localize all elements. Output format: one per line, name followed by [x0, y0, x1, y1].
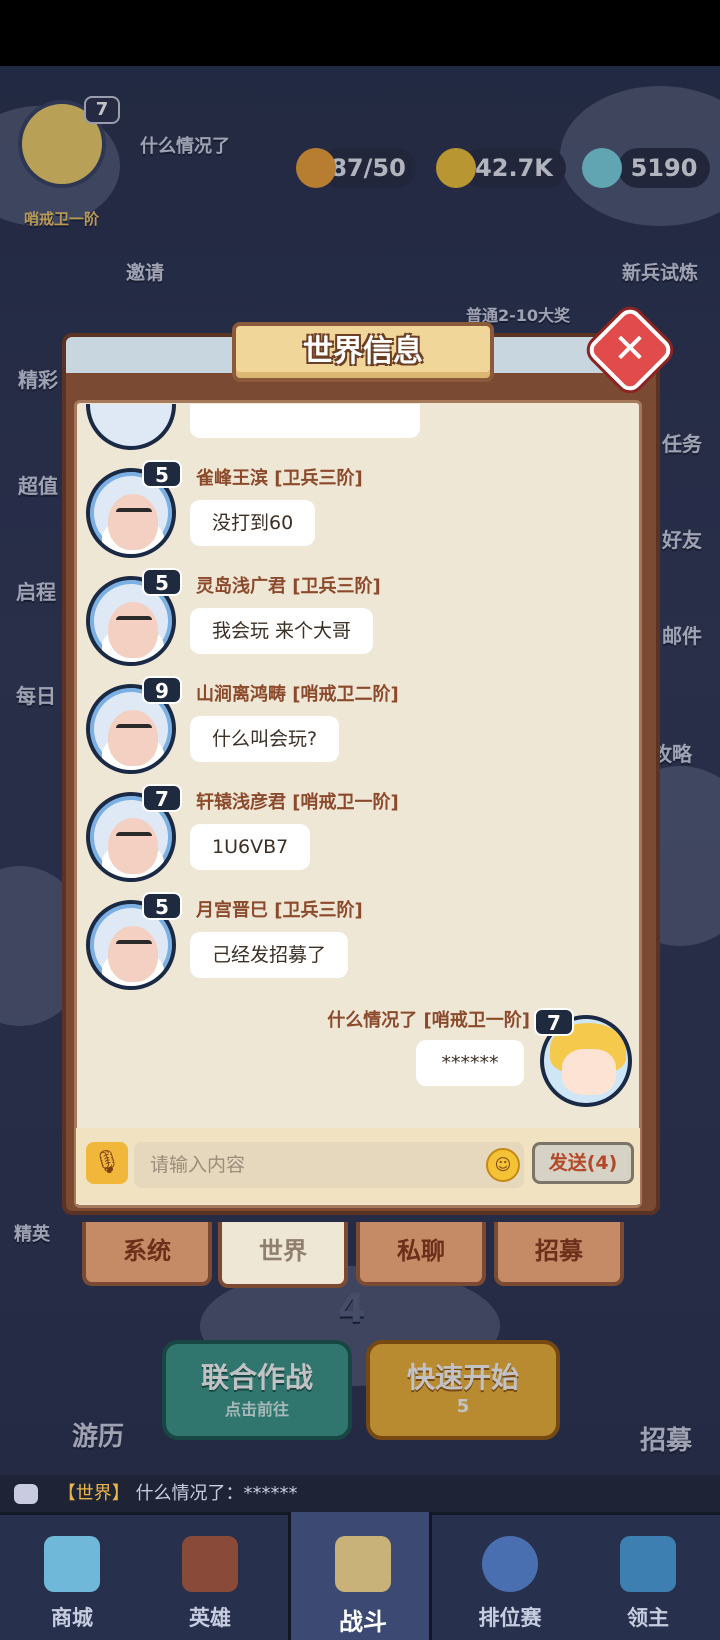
sender-name[interactable]: 月宫晋巳 [卫兵三阶]: [196, 896, 363, 922]
chat-message: 5 雀峰王滨 [卫兵三阶] 没打到60: [86, 460, 626, 560]
message-bubble: 没打到60: [190, 500, 316, 546]
chat-bubble-icon: [14, 1484, 38, 1504]
chat-ticker-text: 什么情况了：******: [135, 1483, 298, 1504]
hero-card-icon: [182, 1536, 238, 1592]
self-sender-name: 什么情况了 [哨戒卫一阶]: [327, 1010, 530, 1031]
tab-private[interactable]: 私聊: [356, 1222, 486, 1286]
microphone-icon[interactable]: 🎙: [86, 1142, 128, 1184]
message-bubble: 己经发招募了: [190, 932, 349, 978]
nav-ranked[interactable]: 排位赛: [438, 1512, 582, 1640]
self-level-badge: 7: [534, 1008, 574, 1036]
level-badge: 5: [142, 892, 182, 920]
message-bubble: 什么叫会玩?: [190, 716, 340, 762]
nav-label: 领主: [627, 1606, 669, 1630]
sender-name[interactable]: 轩辕浅彦君 [哨戒卫一阶]: [196, 788, 399, 814]
chat-message: 5 月宫晋巳 [卫兵三阶] 己经发招募了: [86, 892, 626, 992]
dialog-title: 世界信息: [303, 334, 423, 369]
nav-battle[interactable]: 战斗: [288, 1512, 432, 1640]
level-badge: 5: [142, 460, 182, 488]
sender-name[interactable]: 灵岛浅广君 [卫兵三阶]: [196, 572, 381, 598]
nav-label: 战斗: [339, 1608, 387, 1636]
send-button[interactable]: 发送(4): [532, 1142, 634, 1184]
message-bubble: 我会玩 来个大哥: [190, 608, 374, 654]
chat-message: 5 灵岛浅广君 [卫兵三阶] 我会玩 来个大哥: [86, 568, 626, 668]
sender-name[interactable]: 雀峰王滨 [卫兵三阶]: [196, 464, 363, 490]
level-badge: 7: [142, 784, 182, 812]
chat-channel: 【世界】: [57, 1483, 130, 1504]
level-badge: 9: [142, 676, 182, 704]
nav-lord[interactable]: 领主: [576, 1512, 720, 1640]
chat-message: 7 轩辕浅彦君 [哨戒卫一阶] 1U6VB7: [86, 784, 626, 884]
nav-heroes[interactable]: 英雄: [138, 1512, 282, 1640]
shield-icon: [482, 1536, 538, 1592]
emoji-icon[interactable]: ☺: [486, 1148, 520, 1182]
chat-ticker[interactable]: 【世界】 什么情况了：******: [0, 1475, 720, 1513]
nav-label: 英雄: [189, 1606, 231, 1630]
shop-icon: [44, 1536, 100, 1592]
chat-message: 9 山涧离鸿畴 [哨戒卫二阶] 什么叫会玩?: [86, 676, 626, 776]
level-badge: 5: [142, 568, 182, 596]
tab-system[interactable]: 系统: [82, 1222, 212, 1286]
message-bubble: 1U6VB7: [190, 824, 311, 870]
game-screen: 7 哨戒卫一阶 什么情况了 87/50 42.7K 5190 邀请 新兵试炼 普…: [0, 0, 720, 1640]
chat-input[interactable]: 请输入内容: [134, 1142, 524, 1188]
banner-icon: [620, 1536, 676, 1592]
status-bar: [0, 0, 720, 66]
close-icon[interactable]: ✕: [598, 318, 662, 382]
partial-bubble: [190, 404, 420, 438]
nav-label: 商城: [51, 1606, 93, 1630]
self-message-bubble: ******: [416, 1040, 524, 1086]
tab-world[interactable]: 世界: [218, 1222, 348, 1288]
sender-name[interactable]: 山涧离鸿畴 [哨戒卫二阶]: [196, 680, 399, 706]
nav-shop[interactable]: 商城: [0, 1512, 144, 1640]
nav-label: 排位赛: [478, 1606, 542, 1630]
sword-icon: [335, 1536, 391, 1592]
tab-recruit[interactable]: 招募: [494, 1222, 624, 1286]
